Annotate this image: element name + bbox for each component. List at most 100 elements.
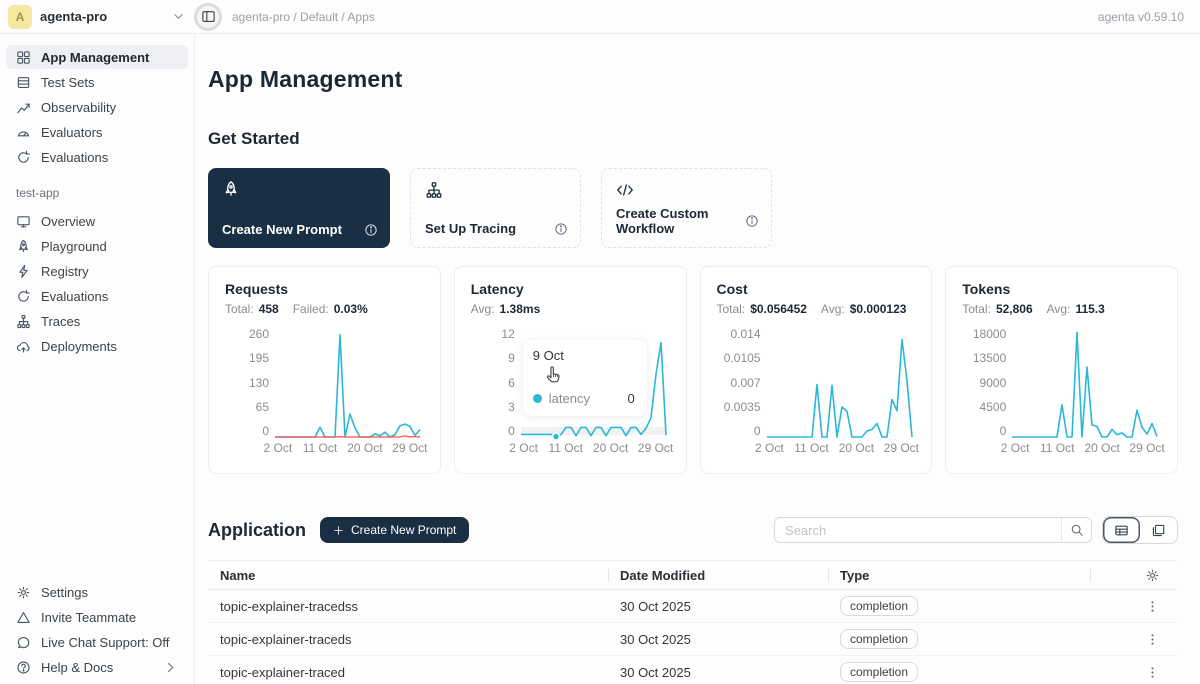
x-tick-label: 11 Oct bbox=[1040, 441, 1074, 455]
y-tick-label: 3 bbox=[508, 400, 515, 414]
cell-name: topic-explainer-traced bbox=[208, 656, 608, 684]
sidebar-item-evaluators[interactable]: Evaluators bbox=[6, 120, 188, 144]
cell-date-modified: 30 Oct 2025 bbox=[608, 590, 828, 623]
application-header-right bbox=[774, 516, 1178, 544]
table-view-icon bbox=[1114, 523, 1129, 538]
help-icon bbox=[16, 660, 31, 675]
column-settings-gear-icon[interactable] bbox=[1102, 568, 1166, 583]
workspace-selector[interactable]: A agenta-pro bbox=[8, 5, 186, 29]
metric-value: 0.03% bbox=[334, 302, 368, 316]
rocket-icon bbox=[16, 239, 31, 254]
sidebar-main-nav: App ManagementTest SetsObservabilityEval… bbox=[0, 44, 194, 170]
card-label: Set Up Tracing bbox=[425, 221, 516, 236]
sidebar-item-deployments[interactable]: Deployments bbox=[6, 334, 188, 358]
tooltip-series-name: latency bbox=[549, 391, 590, 406]
y-tick-label: 9 bbox=[508, 351, 515, 365]
x-tick-label: 2 Oct bbox=[1001, 441, 1030, 455]
chart-area: 18000135009000450002 Oct11 Oct20 Oct29 O… bbox=[962, 332, 1161, 443]
sidebar-item-invite-teammate[interactable]: Invite Teammate bbox=[6, 605, 188, 629]
sidebar-item-evaluations[interactable]: Evaluations bbox=[6, 145, 188, 169]
sidebar-item-registry[interactable]: Registry bbox=[6, 259, 188, 283]
plot-tokens: 2 Oct11 Oct20 Oct29 Oct bbox=[1012, 332, 1157, 437]
table-row-topic-explainer-traced[interactable]: topic-explainer-traced30 Oct 2025complet… bbox=[208, 656, 1178, 684]
metric-label: Avg: bbox=[471, 302, 495, 316]
search-input[interactable] bbox=[775, 523, 1061, 538]
view-mode-segmented bbox=[1102, 516, 1178, 544]
chart-area: 2601951306502 Oct11 Oct20 Oct29 Oct bbox=[225, 332, 424, 443]
sidebar-item-help-docs[interactable]: Help & Docs bbox=[6, 655, 188, 679]
sidebar-item-playground[interactable]: Playground bbox=[6, 234, 188, 258]
sidebar-item-app-management[interactable]: App Management bbox=[6, 45, 188, 69]
sidebar-item-traces[interactable]: Traces bbox=[6, 309, 188, 333]
monitor-icon bbox=[16, 214, 31, 229]
metric: Total:$0.056452 bbox=[717, 302, 807, 316]
metric-value: 1.38ms bbox=[500, 302, 541, 316]
card-view-button[interactable] bbox=[1140, 517, 1177, 543]
y-tick-label: 195 bbox=[249, 351, 269, 365]
get-started-card-set-up-tracing[interactable]: Set Up Tracing bbox=[410, 168, 581, 248]
tooltip-series-dot bbox=[533, 394, 542, 403]
panel-toggle-icon bbox=[201, 9, 216, 24]
info-icon[interactable] bbox=[554, 222, 568, 236]
y-tick-label: 12 bbox=[501, 327, 514, 341]
card-label: Create New Prompt bbox=[222, 222, 342, 237]
y-tick-label: 6 bbox=[508, 376, 515, 390]
sidebar-item-evaluations[interactable]: Evaluations bbox=[6, 284, 188, 308]
row-actions-menu-icon[interactable] bbox=[1102, 632, 1166, 647]
sidebar-item-test-sets[interactable]: Test Sets bbox=[6, 70, 188, 94]
table-row-topic-explainer-traceds[interactable]: topic-explainer-traceds30 Oct 2025comple… bbox=[208, 623, 1178, 656]
y-tick-label: 260 bbox=[249, 327, 269, 341]
sidebar-toggle-button[interactable] bbox=[194, 3, 222, 31]
y-axis-ticks: 260195130650 bbox=[225, 327, 269, 438]
y-tick-label: 0.007 bbox=[730, 376, 760, 390]
sidebar-item-label: Test Sets bbox=[41, 75, 94, 90]
sidebar-item-overview[interactable]: Overview bbox=[6, 209, 188, 233]
card-icon-area bbox=[222, 180, 376, 198]
table-view-button[interactable] bbox=[1103, 517, 1140, 543]
get-started-card-create-new-prompt[interactable]: Create New Prompt bbox=[208, 168, 390, 248]
info-icon[interactable] bbox=[364, 223, 378, 237]
column-header-type[interactable]: Type bbox=[828, 561, 1090, 590]
metric-label: Total: bbox=[717, 302, 746, 316]
stat-card-cost: CostTotal:$0.056452Avg:$0.0001230.0140.0… bbox=[700, 266, 933, 474]
topbar: A agenta-pro agenta-pro / Default / Apps… bbox=[0, 0, 1200, 34]
x-tick-label: 29 Oct bbox=[392, 441, 427, 455]
y-tick-label: 4500 bbox=[980, 400, 1007, 414]
row-actions-menu-icon[interactable] bbox=[1102, 665, 1166, 680]
stat-card-metrics: Avg: 1.38ms bbox=[471, 302, 670, 316]
y-axis-ticks: 129630 bbox=[471, 327, 515, 438]
sidebar-item-live-chat-support-off[interactable]: Live Chat Support: Off bbox=[6, 630, 188, 654]
cell-name: topic-explainer-tracedss bbox=[208, 590, 608, 623]
app-version: agenta v0.59.10 bbox=[1098, 10, 1184, 24]
bolt-icon bbox=[16, 264, 31, 279]
sidebar-item-settings[interactable]: Settings bbox=[6, 580, 188, 604]
row-actions-menu-icon[interactable] bbox=[1102, 599, 1166, 614]
stat-card-metrics: Total:458Failed:0.03% bbox=[225, 302, 424, 316]
y-tick-label: 0 bbox=[1000, 424, 1007, 438]
metric-value: 52,806 bbox=[996, 302, 1033, 316]
metric-label: Total: bbox=[225, 302, 254, 316]
column-header-date-modified[interactable]: Date Modified bbox=[608, 561, 828, 590]
create-new-prompt-button[interactable]: Create New Prompt bbox=[320, 517, 469, 543]
get-started-card-create-custom-workflow[interactable]: Create Custom Workflow bbox=[601, 168, 772, 248]
applications-table: Name Date Modified Type topic-explainer-… bbox=[208, 560, 1178, 684]
y-tick-label: 18000 bbox=[973, 327, 1006, 341]
search-button[interactable] bbox=[1061, 518, 1091, 542]
cell-date-modified: 30 Oct 2025 bbox=[608, 656, 828, 684]
tooltip-date: 9 Oct bbox=[533, 348, 637, 363]
chart-area: 0.0140.01050.0070.003502 Oct11 Oct20 Oct… bbox=[717, 332, 916, 443]
type-badge: completion bbox=[840, 629, 918, 649]
info-icon[interactable] bbox=[745, 214, 759, 228]
cell-type: completion bbox=[828, 623, 1090, 656]
table-row-topic-explainer-tracedss[interactable]: topic-explainer-tracedss30 Oct 2025compl… bbox=[208, 590, 1178, 623]
cell-type: completion bbox=[828, 590, 1090, 623]
stat-card-requests: RequestsTotal:458Failed:0.03%26019513065… bbox=[208, 266, 441, 474]
list-icon bbox=[16, 75, 31, 90]
x-tick-label: 2 Oct bbox=[755, 441, 784, 455]
triangle-icon bbox=[16, 610, 31, 625]
application-title: Application bbox=[208, 520, 306, 541]
metric: Avg:$0.000123 bbox=[821, 302, 907, 316]
column-header-name[interactable]: Name bbox=[208, 561, 608, 590]
sidebar-item-observability[interactable]: Observability bbox=[6, 95, 188, 119]
metric-label: Avg: bbox=[821, 302, 845, 316]
